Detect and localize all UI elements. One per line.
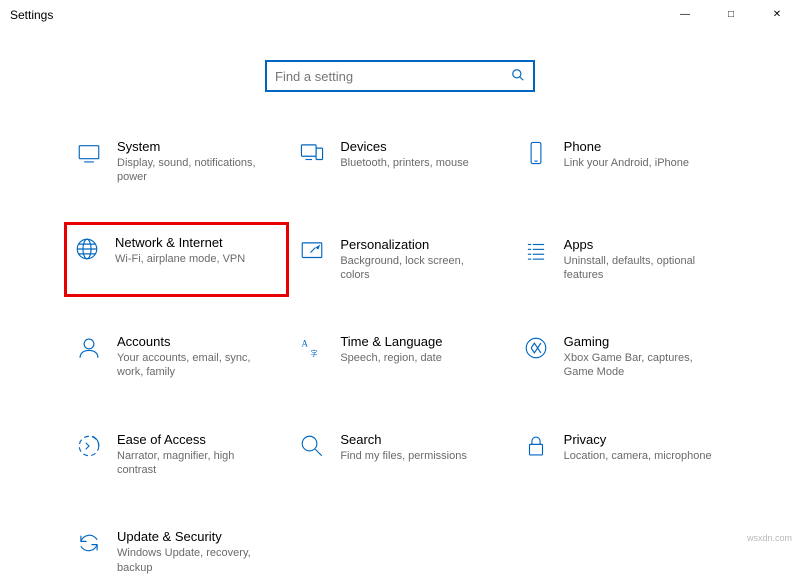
- tile-search[interactable]: Search Find my files, permissions: [293, 425, 506, 485]
- maximize-button[interactable]: □: [708, 0, 754, 29]
- tile-network[interactable]: Network & Internet Wi-Fi, airplane mode, …: [64, 222, 289, 298]
- search-wrap: [20, 60, 780, 92]
- tile-desc: Your accounts, email, sync, work, family: [117, 351, 267, 380]
- tile-text: Ease of Access Narrator, magnifier, high …: [117, 432, 267, 478]
- minimize-button[interactable]: —: [662, 0, 708, 29]
- personalization-icon: [298, 237, 326, 265]
- tile-text: Gaming Xbox Game Bar, captures, Game Mode: [564, 334, 714, 380]
- tile-apps[interactable]: Apps Uninstall, defaults, optional featur…: [517, 230, 730, 290]
- tile-text: Accounts Your accounts, email, sync, work…: [117, 334, 267, 380]
- update-icon: [75, 529, 103, 557]
- search-icon: [511, 68, 525, 85]
- tile-title: Devices: [340, 139, 468, 154]
- settings-grid: System Display, sound, notifications, pow…: [20, 122, 780, 582]
- tile-desc: Display, sound, notifications, power: [117, 156, 267, 185]
- content: System Display, sound, notifications, pow…: [0, 60, 800, 582]
- tile-title: System: [117, 139, 267, 154]
- tile-desc: Location, camera, microphone: [564, 449, 712, 463]
- tile-text: Search Find my files, permissions: [340, 432, 467, 463]
- titlebar: Settings — □ ✕: [0, 0, 800, 30]
- tile-gaming[interactable]: Gaming Xbox Game Bar, captures, Game Mode: [517, 327, 730, 387]
- tile-text: Network & Internet Wi-Fi, airplane mode, …: [115, 235, 245, 266]
- network-icon: [73, 235, 101, 263]
- privacy-icon: [522, 432, 550, 460]
- tile-text: Personalization Background, lock screen, …: [340, 237, 490, 283]
- tile-desc: Uninstall, defaults, optional features: [564, 254, 714, 283]
- phone-icon: [522, 139, 550, 167]
- tile-desc: Link your Android, iPhone: [564, 156, 689, 170]
- tile-text: Privacy Location, camera, microphone: [564, 432, 712, 463]
- tile-desc: Narrator, magnifier, high contrast: [117, 449, 267, 478]
- tile-title: Privacy: [564, 432, 712, 447]
- tile-accounts[interactable]: Accounts Your accounts, email, sync, work…: [70, 327, 283, 387]
- tile-desc: Bluetooth, printers, mouse: [340, 156, 468, 170]
- tile-text: System Display, sound, notifications, pow…: [117, 139, 267, 185]
- tile-text: Update & Security Windows Update, recover…: [117, 529, 267, 575]
- apps-icon: [522, 237, 550, 265]
- tile-title: Ease of Access: [117, 432, 267, 447]
- tile-text: Phone Link your Android, iPhone: [564, 139, 689, 170]
- tile-desc: Background, lock screen, colors: [340, 254, 490, 283]
- tile-title: Personalization: [340, 237, 490, 252]
- tile-privacy[interactable]: Privacy Location, camera, microphone: [517, 425, 730, 485]
- system-icon: [75, 139, 103, 167]
- tile-ease[interactable]: Ease of Access Narrator, magnifier, high …: [70, 425, 283, 485]
- tile-title: Network & Internet: [115, 235, 245, 250]
- tile-text: Apps Uninstall, defaults, optional featur…: [564, 237, 714, 283]
- window-title: Settings: [10, 8, 53, 22]
- tile-desc: Wi-Fi, airplane mode, VPN: [115, 252, 245, 266]
- accounts-icon: [75, 334, 103, 362]
- watermark: wsxdn.com: [747, 533, 792, 543]
- tile-title: Phone: [564, 139, 689, 154]
- tile-system[interactable]: System Display, sound, notifications, pow…: [70, 132, 283, 192]
- tile-title: Gaming: [564, 334, 714, 349]
- tile-personalization[interactable]: Personalization Background, lock screen, …: [293, 230, 506, 290]
- window-controls: — □ ✕: [662, 0, 800, 29]
- devices-icon: [298, 139, 326, 167]
- tile-desc: Find my files, permissions: [340, 449, 467, 463]
- time-icon: [298, 334, 326, 362]
- tile-text: Devices Bluetooth, printers, mouse: [340, 139, 468, 170]
- gaming-icon: [522, 334, 550, 362]
- tile-desc: Xbox Game Bar, captures, Game Mode: [564, 351, 714, 380]
- tile-title: Accounts: [117, 334, 267, 349]
- search-box[interactable]: [265, 60, 535, 92]
- tile-title: Apps: [564, 237, 714, 252]
- tile-text: Time & Language Speech, region, date: [340, 334, 442, 365]
- ease-icon: [75, 432, 103, 460]
- tile-desc: Windows Update, recovery, backup: [117, 546, 267, 575]
- tile-update[interactable]: Update & Security Windows Update, recover…: [70, 522, 283, 582]
- tile-title: Search: [340, 432, 467, 447]
- close-button[interactable]: ✕: [754, 0, 800, 29]
- tile-title: Update & Security: [117, 529, 267, 544]
- tile-title: Time & Language: [340, 334, 442, 349]
- tile-time[interactable]: Time & Language Speech, region, date: [293, 327, 506, 387]
- search-icon: [298, 432, 326, 460]
- tile-phone[interactable]: Phone Link your Android, iPhone: [517, 132, 730, 192]
- tile-devices[interactable]: Devices Bluetooth, printers, mouse: [293, 132, 506, 192]
- search-input[interactable]: [275, 69, 511, 84]
- tile-desc: Speech, region, date: [340, 351, 442, 365]
